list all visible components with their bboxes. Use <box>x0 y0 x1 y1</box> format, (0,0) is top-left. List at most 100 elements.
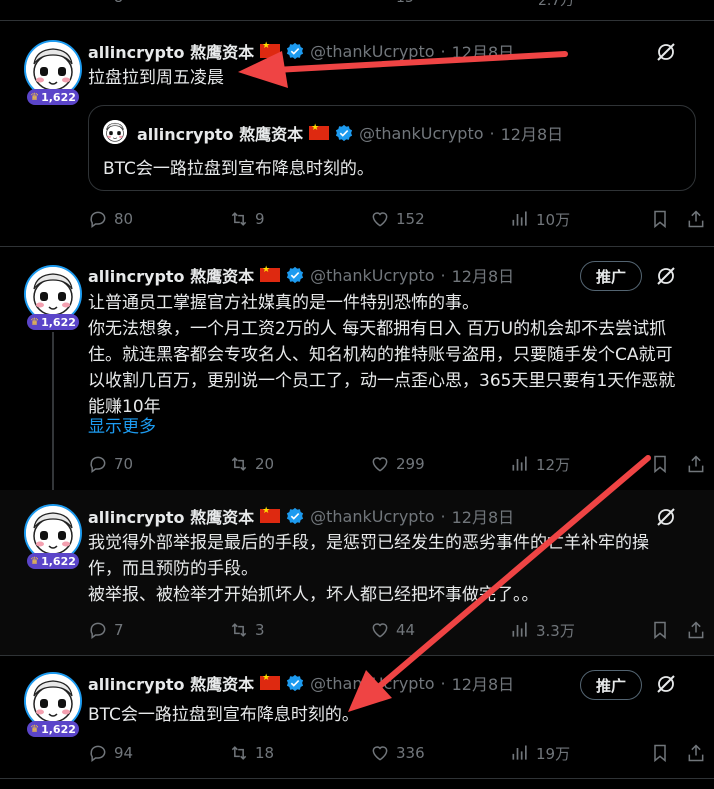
tweet-date[interactable]: 12月8日 <box>452 671 515 695</box>
china-flag-icon <box>260 265 281 282</box>
tweet-2[interactable]: ♛1,622 allincrypto 熬鹰资本 @thankUcrypto · … <box>0 247 714 490</box>
views-button[interactable]: 19万 <box>510 741 570 765</box>
china-flag-icon <box>309 123 330 140</box>
prev-reply-count: 8 <box>114 0 123 6</box>
score-badge: ♛ 1,622 <box>27 314 79 330</box>
share-icon <box>686 743 706 763</box>
separator-dot: · <box>440 265 446 285</box>
bookmark-button[interactable] <box>650 741 670 765</box>
medal-icon: ♛ <box>30 555 40 567</box>
bookmark-icon <box>650 209 670 229</box>
like-button[interactable]: 336 <box>370 741 425 765</box>
medal-icon: ♛ <box>30 316 40 328</box>
reply-button[interactable]: 80 <box>88 207 133 231</box>
separator-dot: · <box>440 506 446 526</box>
repost-button[interactable]: 20 <box>229 452 274 476</box>
medal-icon: ♛ <box>30 91 40 103</box>
quote-date: 12月8日 <box>500 125 564 144</box>
repost-button[interactable]: 3 <box>229 618 265 642</box>
quote-avatar <box>103 120 127 144</box>
score-badge: ♛ 1,622 <box>27 89 79 105</box>
reply-icon <box>88 454 108 474</box>
avatar-icon <box>26 506 80 560</box>
thread-connector-line <box>52 332 54 496</box>
separator-dot: · <box>440 673 446 693</box>
tweet-date[interactable]: 12月8日 <box>452 39 515 63</box>
avatar[interactable]: ♛ 1,622 <box>24 672 82 738</box>
prev-view-count: 2.7万 <box>538 0 575 9</box>
author-handle[interactable]: @thankUcrypto <box>310 266 434 285</box>
score-badge: ♛ 1,622 <box>27 721 79 737</box>
author-name[interactable]: allincrypto 熬鹰资本 <box>88 671 254 695</box>
repost-icon <box>229 620 249 640</box>
views-button[interactable]: 12万 <box>510 452 570 476</box>
promote-button[interactable]: 推广 <box>580 670 642 700</box>
author-name[interactable]: allincrypto 熬鹰资本 <box>88 39 254 63</box>
tweet-text: BTC会一路拉盘到宣布降息时刻的。 <box>88 705 359 725</box>
score-badge: ♛ 1,622 <box>27 553 79 569</box>
avatar-icon <box>26 42 80 96</box>
action-bar: 70 20 299 12万 <box>88 452 708 476</box>
reply-button[interactable]: 7 <box>88 618 124 642</box>
tweet-text: 让普通员工掌握官方社媒真的是一件特别恐怖的事。 你无法想象，一个月工资2万的人 … <box>88 293 676 417</box>
avatar[interactable]: ♛ 1,622 <box>24 40 82 106</box>
verified-icon <box>286 674 304 692</box>
like-button[interactable]: 152 <box>370 207 425 231</box>
grok-icon[interactable] <box>654 264 678 288</box>
tweet-date[interactable]: 12月8日 <box>452 263 515 287</box>
bookmark-button[interactable] <box>650 452 670 476</box>
views-icon <box>510 620 530 640</box>
share-button[interactable] <box>686 452 706 476</box>
views-button[interactable]: 3.3万 <box>510 618 575 642</box>
author-handle[interactable]: @thankUcrypto <box>310 507 434 526</box>
reply-button[interactable]: 70 <box>88 452 133 476</box>
author-name[interactable]: allincrypto 熬鹰资本 <box>88 263 254 287</box>
grok-icon[interactable] <box>654 40 678 64</box>
bookmark-icon <box>650 743 670 763</box>
tweet-1[interactable]: ♛1,622 allincrypto 熬鹰资本 @thankUcrypto · … <box>0 20 714 247</box>
china-flag-icon <box>260 41 281 58</box>
repost-button[interactable]: 9 <box>229 207 265 231</box>
share-button[interactable] <box>686 741 706 765</box>
verified-icon <box>335 124 353 142</box>
quoted-tweet[interactable]: allincrypto 熬鹰资本 @thankUcrypto · 12月8日 B… <box>88 105 696 191</box>
tweet-date[interactable]: 12月8日 <box>452 504 515 528</box>
promote-button[interactable]: 推广 <box>580 261 642 291</box>
bookmark-icon <box>650 620 670 640</box>
share-button[interactable] <box>686 207 706 231</box>
reply-icon <box>88 209 108 229</box>
author-handle[interactable]: @thankUcrypto <box>310 674 434 693</box>
like-icon <box>370 620 390 640</box>
like-button[interactable]: 44 <box>370 618 415 642</box>
grok-icon[interactable] <box>654 505 678 529</box>
show-more-link[interactable]: 显示更多 <box>88 412 156 437</box>
bookmark-button[interactable] <box>650 207 670 231</box>
avatar[interactable]: ♛ 1,622 <box>24 504 82 570</box>
action-bar: 7 3 44 3.3万 <box>88 618 708 642</box>
views-button[interactable]: 10万 <box>510 207 570 231</box>
tweet-3[interactable]: ♛1,622 allincrypto 熬鹰资本 @thankUcrypto · … <box>0 490 714 656</box>
quote-author-name: allincrypto 熬鹰资本 <box>137 125 304 144</box>
like-icon <box>370 454 390 474</box>
avatar-icon <box>26 267 80 321</box>
verified-icon <box>286 42 304 60</box>
previous-tweet-actions: 8 13 2.7万 <box>0 0 714 21</box>
author-handle[interactable]: @thankUcrypto <box>310 42 434 61</box>
medal-icon: ♛ <box>30 723 40 735</box>
action-bar: 94 18 336 19万 <box>88 741 708 765</box>
tweet-4[interactable]: ♛1,622 allincrypto 熬鹰资本 @thankUcrypto · … <box>0 656 714 779</box>
reply-button[interactable]: 94 <box>88 741 133 765</box>
bookmark-icon <box>650 454 670 474</box>
avatar[interactable]: ♛ 1,622 <box>24 265 82 331</box>
share-icon <box>686 209 706 229</box>
like-icon <box>370 743 390 763</box>
bookmark-button[interactable] <box>650 618 670 642</box>
grok-icon[interactable] <box>654 672 678 696</box>
action-bar: 80 9 152 10万 <box>88 207 708 231</box>
avatar-icon <box>26 674 80 728</box>
like-button[interactable]: 299 <box>370 452 425 476</box>
author-name[interactable]: allincrypto 熬鹰资本 <box>88 504 254 528</box>
share-button[interactable] <box>686 618 706 642</box>
repost-button[interactable]: 18 <box>229 741 274 765</box>
repost-icon <box>229 743 249 763</box>
